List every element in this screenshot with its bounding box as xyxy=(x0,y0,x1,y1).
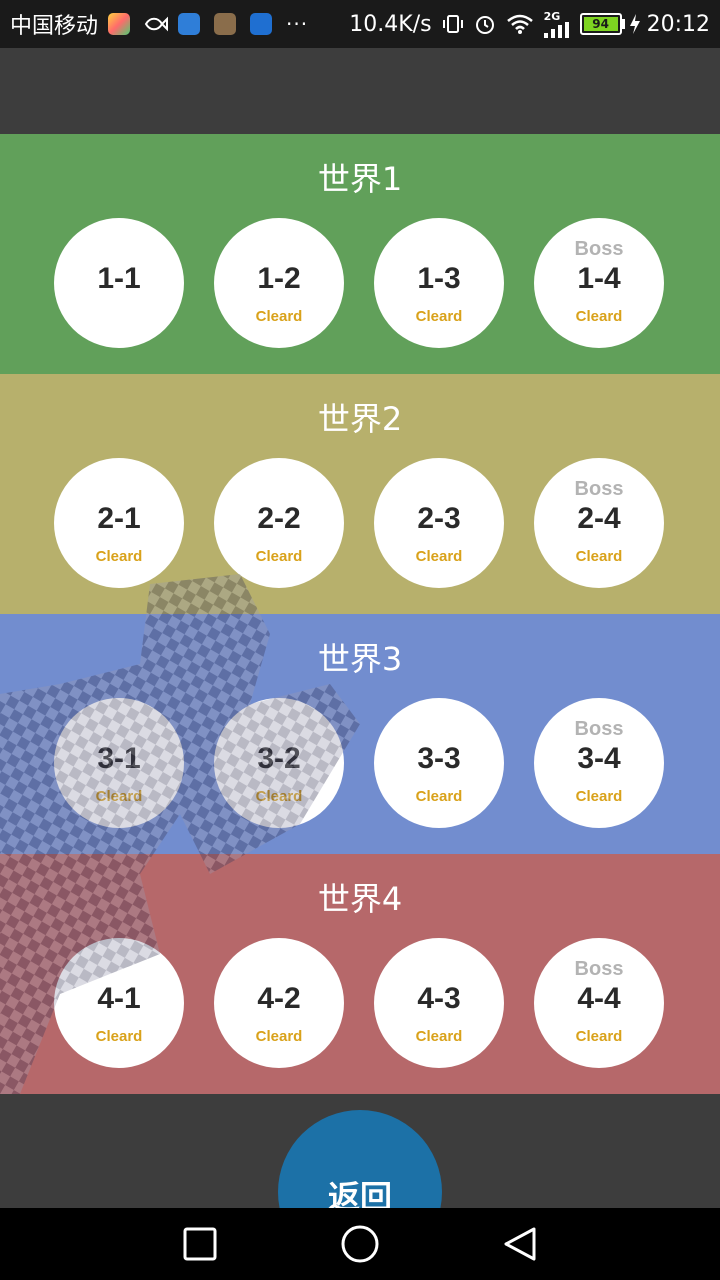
home-button[interactable] xyxy=(340,1224,380,1264)
level-status: Cleard xyxy=(415,788,463,805)
wifi-icon xyxy=(506,13,534,35)
boss-tag: Boss xyxy=(574,238,624,260)
world-title: 世界2 xyxy=(317,400,403,438)
level-status: Cleard xyxy=(415,1028,463,1045)
network-type: 2G xyxy=(543,9,561,23)
level-name: 2-4 xyxy=(577,502,621,535)
level-status: Cleard xyxy=(255,1028,303,1045)
level-status: Cleard xyxy=(575,308,623,325)
level-status: Cleard xyxy=(255,788,303,805)
level-name: 2-2 xyxy=(257,502,301,535)
world-title: 世界4 xyxy=(317,880,403,918)
carrier-label: 中国移动 xyxy=(10,14,99,39)
recent-apps-button[interactable] xyxy=(180,1224,220,1264)
level-name: 4-3 xyxy=(417,982,461,1015)
level-button-3-2[interactable]: 3-2 Cleard xyxy=(214,698,344,828)
bottom-bar: 返回 xyxy=(0,1094,720,1208)
navigation-bar xyxy=(0,1208,720,1280)
level-status: Cleard xyxy=(415,548,463,565)
world-2-section: 世界2 2-1 Cleard 2-2 Cleard 2-3 Cleard Bos… xyxy=(0,374,720,614)
level-button-4-1[interactable]: 4-1 Cleard xyxy=(54,938,184,1068)
back-nav-button[interactable] xyxy=(500,1224,540,1264)
world-4-section: 世界4 4-1 Cleard 4-2 Cleard 4-3 Cleard Bos… xyxy=(0,854,720,1094)
level-button-1-2[interactable]: 1-2 Cleard xyxy=(214,218,344,348)
more-notifications-icon: ··· xyxy=(286,12,309,36)
level-name: 3-3 xyxy=(417,742,461,775)
signal-icon: 2G xyxy=(543,9,570,38)
network-speed: 10.4K/s xyxy=(349,11,432,37)
level-name: 3-2 xyxy=(257,742,301,775)
level-name: 4-2 xyxy=(257,982,301,1015)
level-button-2-1[interactable]: 2-1 Cleard xyxy=(54,458,184,588)
level-button-4-3[interactable]: 4-3 Cleard xyxy=(374,938,504,1068)
level-name: 3-1 xyxy=(97,742,141,775)
level-status: Cleard xyxy=(415,308,463,325)
world-title: 世界1 xyxy=(317,160,403,198)
charging-icon xyxy=(629,13,641,35)
level-button-2-4[interactable]: Boss 2-4 Cleard xyxy=(534,458,664,588)
alarm-icon xyxy=(474,13,496,35)
info-app-icon xyxy=(250,13,273,35)
level-status: Cleard xyxy=(95,788,143,805)
level-name: 4-1 xyxy=(97,982,141,1015)
back-button[interactable]: 返回 xyxy=(278,1110,442,1208)
vibrate-icon xyxy=(442,13,464,35)
level-button-2-2[interactable]: 2-2 Cleard xyxy=(214,458,344,588)
level-name: 1-1 xyxy=(97,262,141,295)
character-app-icon xyxy=(214,13,237,35)
level-button-3-1[interactable]: 3-1 Cleard xyxy=(54,698,184,828)
world-3-section: 世界3 3-1 Cleard 3-2 Cleard 3-3 Cleard Bos… xyxy=(0,614,720,854)
level-name: 1-3 xyxy=(417,262,461,295)
level-name: 1-2 xyxy=(257,262,301,295)
battery-level: 94 xyxy=(583,17,618,31)
level-name: 4-4 xyxy=(577,982,621,1015)
clock: 20:12 xyxy=(646,11,710,37)
fish-icon xyxy=(144,15,169,33)
level-status: Cleard xyxy=(255,308,303,325)
boss-tag: Boss xyxy=(574,958,624,980)
level-button-3-3[interactable]: 3-3 Cleard xyxy=(374,698,504,828)
status-bar: 中国移动 ··· 10.4K/s 2G 94 20:12 xyxy=(0,0,720,48)
level-status: Cleard xyxy=(575,1028,623,1045)
battery-icon: 94 xyxy=(579,13,625,35)
level-button-1-3[interactable]: 1-3 Cleard xyxy=(374,218,504,348)
level-status: Cleard xyxy=(95,548,143,565)
boss-tag: Boss xyxy=(574,718,624,740)
world-title: 世界3 xyxy=(317,640,403,678)
level-name: 2-1 xyxy=(97,502,141,535)
level-status: Cleard xyxy=(255,548,303,565)
top-bar xyxy=(0,48,720,134)
boss-tag: Boss xyxy=(574,478,624,500)
world-1-section: 世界1 1-1 1-2 Cleard 1-3 Cleard Boss 1-4 C… xyxy=(0,134,720,374)
level-button-4-4[interactable]: Boss 4-4 Cleard xyxy=(534,938,664,1068)
level-button-4-2[interactable]: 4-2 Cleard xyxy=(214,938,344,1068)
level-name: 3-4 xyxy=(577,742,621,775)
level-name: 1-4 xyxy=(577,262,621,295)
back-button-label: 返回 xyxy=(327,1178,392,1208)
level-button-3-4[interactable]: Boss 3-4 Cleard xyxy=(534,698,664,828)
world-list: 世界1 1-1 1-2 Cleard 1-3 Cleard Boss 1-4 C… xyxy=(0,134,720,1094)
game-app-icon xyxy=(108,13,131,35)
level-button-1-4[interactable]: Boss 1-4 Cleard xyxy=(534,218,664,348)
level-button-1-1[interactable]: 1-1 xyxy=(54,218,184,348)
level-name: 2-3 xyxy=(417,502,461,535)
level-status: Cleard xyxy=(95,1028,143,1045)
level-status: Cleard xyxy=(575,548,623,565)
level-button-2-3[interactable]: 2-3 Cleard xyxy=(374,458,504,588)
level-status: Cleard xyxy=(575,788,623,805)
cloud-app-icon xyxy=(178,13,201,35)
